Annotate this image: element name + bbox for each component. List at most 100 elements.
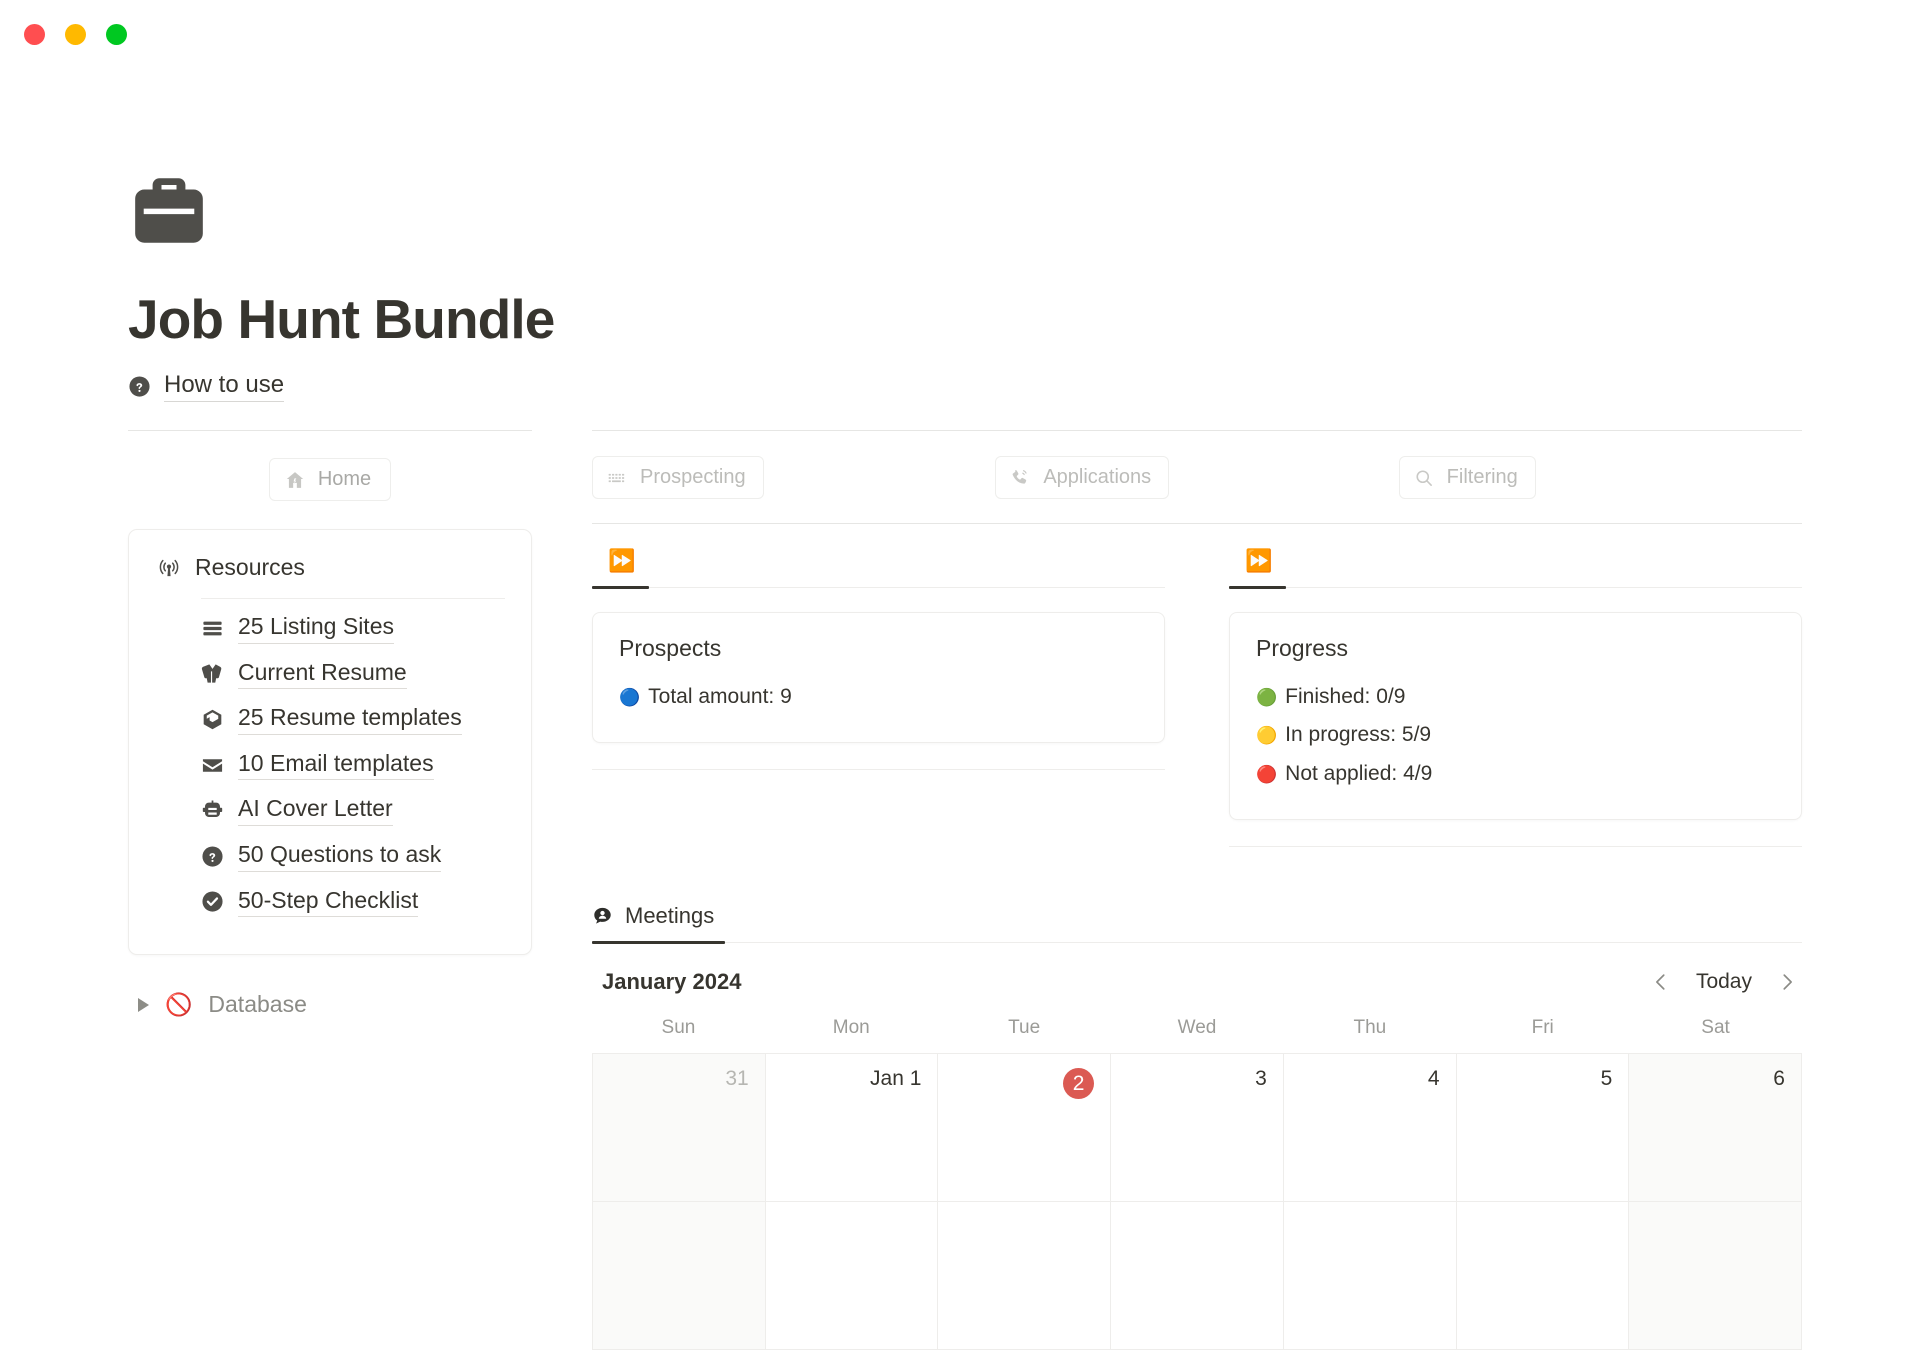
meetings-tab[interactable]: Meetings [592, 903, 714, 942]
close-button[interactable] [24, 24, 45, 45]
prospecting-button[interactable]: Prospecting [592, 456, 764, 499]
calendar-day-number: 4 [1428, 1068, 1440, 1089]
calendar-cell[interactable]: 5 [1457, 1054, 1630, 1202]
progress-stat-label: In progress: 5/9 [1285, 720, 1431, 750]
person-chat-icon [592, 906, 613, 927]
calendar-cell[interactable]: 31 [593, 1054, 766, 1202]
how-to-use-label: How to use [164, 371, 284, 402]
chevron-right-icon[interactable] [138, 998, 149, 1012]
section-slot-filtering: Filtering [1399, 456, 1802, 499]
resource-item-listing-sites[interactable]: 25 Listing Sites [201, 605, 505, 651]
home-button[interactable]: Home [269, 458, 391, 501]
resources-card: Resources 25 Listing Sites Current Resum… [128, 529, 532, 955]
resource-item-label: 10 Email templates [238, 750, 434, 781]
question-circle-icon [128, 375, 151, 398]
question-circle-icon [201, 845, 224, 868]
meetings-tab-underline [592, 942, 1802, 943]
resource-item-step-checklist[interactable]: 50-Step Checklist [201, 879, 505, 925]
prospects-stat-row: 🔵 Total amount: 9 [619, 678, 1138, 716]
prospecting-label: Prospecting [640, 466, 746, 489]
calendar-day-headers: Sun Mon Tue Wed Thu Fri Sat [592, 1017, 1802, 1053]
calendar-day-header: Sat [1629, 1017, 1802, 1039]
calendar-day-header: Thu [1283, 1017, 1456, 1039]
home-icon [285, 470, 305, 490]
minimize-button[interactable] [65, 24, 86, 45]
calendar-cell[interactable]: 6 [1629, 1054, 1802, 1202]
sidebar-column: Home Resources [128, 430, 532, 1018]
calendar-cell[interactable] [1457, 1202, 1630, 1350]
red-circle-icon: 🔴 [1256, 766, 1277, 783]
keyboard-icon [607, 468, 627, 488]
calendar-day-number: 2 [1063, 1068, 1094, 1099]
calendar-day-header: Fri [1456, 1017, 1629, 1039]
prospects-tab[interactable]: ⏩ [592, 550, 1165, 587]
resource-item-ai-cover-letter[interactable]: AI Cover Letter [201, 787, 505, 833]
calendar-cell[interactable] [938, 1202, 1111, 1350]
calendar-cell[interactable]: 3 [1111, 1054, 1284, 1202]
check-circle-icon [201, 890, 224, 913]
resources-divider [201, 598, 505, 599]
progress-title: Progress [1256, 635, 1775, 662]
chevron-right-icon[interactable] [1776, 971, 1798, 993]
fast-forward-icon: ⏩ [608, 550, 635, 572]
calendar-day-header: Tue [938, 1017, 1111, 1039]
progress-column: ⏩ Progress 🟢 Finished: 0/9 🟡 In progress… [1229, 550, 1802, 847]
calendar-day-header: Sun [592, 1017, 765, 1039]
resources-header: Resources [155, 554, 505, 581]
progress-stat-row: 🟡 In progress: 5/9 [1256, 716, 1775, 754]
filtering-label: Filtering [1447, 466, 1518, 489]
calendar-cell[interactable] [766, 1202, 939, 1350]
prospects-column: ⏩ Prospects 🔵 Total amount: 9 [592, 550, 1165, 847]
progress-stat-row: 🟢 Finished: 0/9 [1256, 678, 1775, 716]
robot-icon [201, 799, 224, 822]
home-button-wrap: Home [128, 431, 532, 501]
calendar-day-number: Jan 1 [870, 1068, 921, 1089]
prospects-title: Prospects [619, 635, 1138, 662]
progress-tab-underline [1229, 587, 1802, 588]
maximize-button[interactable] [106, 24, 127, 45]
home-button-label: Home [318, 468, 371, 491]
prospects-card: Prospects 🔵 Total amount: 9 [592, 612, 1165, 743]
meetings-section: Meetings January 2024 Today Sun Mon [592, 903, 1802, 1350]
resource-item-resume-templates[interactable]: 25 Resume templates [201, 696, 505, 742]
fast-forward-icon: ⏩ [1245, 550, 1272, 572]
chevron-left-icon[interactable] [1650, 971, 1672, 993]
calendar-cell[interactable] [1284, 1202, 1457, 1350]
calendar-grid: 31 Jan 1 23 456 [592, 1053, 1802, 1350]
calendar-header: January 2024 Today [592, 943, 1802, 1017]
calendar-cell[interactable]: Jan 1 [766, 1054, 939, 1202]
list-lines-icon [201, 617, 224, 640]
resources-list: 25 Listing Sites Current Resume 25 Resum… [201, 605, 505, 924]
calendar-cell[interactable]: 4 [1284, 1054, 1457, 1202]
yellow-circle-icon: 🟡 [1256, 727, 1277, 744]
resource-item-email-templates[interactable]: 10 Email templates [201, 742, 505, 788]
prospects-column-divider [592, 769, 1165, 770]
progress-stat-label: Not applied: 4/9 [1285, 759, 1432, 789]
main-divider-mid [592, 523, 1802, 524]
database-toggle-row[interactable]: 🚫 Database [128, 991, 532, 1018]
applications-button[interactable]: Applications [995, 456, 1169, 499]
resource-item-label: 25 Listing Sites [238, 613, 394, 644]
meetings-tab-label: Meetings [625, 903, 714, 929]
applications-label: Applications [1043, 466, 1151, 489]
phone-ring-icon [1010, 468, 1030, 488]
prospects-stat-label: Total amount: 9 [648, 682, 792, 712]
app-page: Job Hunt Bundle How to use Home [0, 0, 1920, 1200]
metrics-row: ⏩ Prospects 🔵 Total amount: 9 ⏩ [592, 550, 1802, 847]
calendar-cell[interactable] [1629, 1202, 1802, 1350]
resource-item-label: 50 Questions to ask [238, 841, 441, 872]
calendar-cell[interactable]: 2 [938, 1054, 1111, 1202]
calendar-today-button[interactable]: Today [1696, 970, 1752, 994]
calendar-day-header: Mon [765, 1017, 938, 1039]
resource-item-questions-to-ask[interactable]: 50 Questions to ask [201, 833, 505, 879]
calendar-cell[interactable] [1111, 1202, 1284, 1350]
broadcast-icon [157, 556, 181, 580]
resource-item-label: AI Cover Letter [238, 795, 393, 826]
filtering-button[interactable]: Filtering [1399, 456, 1536, 499]
calendar-cell[interactable] [593, 1202, 766, 1350]
progress-card: Progress 🟢 Finished: 0/9 🟡 In progress: … [1229, 612, 1802, 820]
progress-tab[interactable]: ⏩ [1229, 550, 1802, 587]
calendar-nav: Today [1650, 970, 1798, 994]
how-to-use-link[interactable]: How to use [128, 371, 828, 402]
resource-item-current-resume[interactable]: Current Resume [201, 651, 505, 697]
